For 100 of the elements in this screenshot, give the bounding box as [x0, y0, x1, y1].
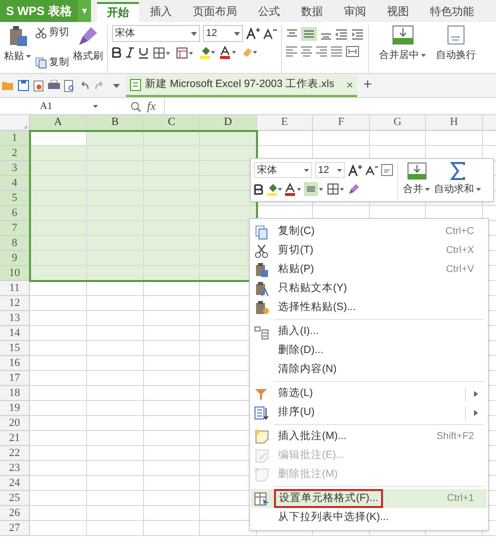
menu-item[interactable]: 清除内容(N) — [251, 360, 487, 379]
spreadsheet-cell[interactable] — [144, 341, 200, 356]
caret-icon[interactable] — [304, 168, 309, 172]
print-preview-icon[interactable] — [64, 80, 75, 92]
paintbrush-icon[interactable] — [348, 183, 360, 195]
spreadsheet-cell[interactable] — [144, 476, 200, 491]
row-header[interactable]: 27 — [0, 521, 30, 536]
row-header[interactable]: 4 — [0, 176, 30, 191]
caret-icon[interactable] — [93, 104, 98, 108]
spreadsheet-cell[interactable] — [200, 146, 257, 161]
spreadsheet-cell[interactable] — [30, 431, 87, 446]
spreadsheet-cell[interactable] — [30, 476, 87, 491]
spreadsheet-cell[interactable] — [200, 206, 257, 221]
spreadsheet-cell[interactable] — [30, 266, 87, 281]
spreadsheet-cell[interactable] — [144, 491, 200, 506]
row-header[interactable]: 12 — [0, 296, 30, 311]
clipboard-icon[interactable] — [8, 25, 28, 47]
spreadsheet-cell[interactable] — [144, 266, 200, 281]
ribbon-tab[interactable]: 页面布局 — [183, 2, 248, 22]
spreadsheet-cell[interactable] — [30, 446, 87, 461]
spreadsheet-cell[interactable] — [30, 131, 87, 146]
spreadsheet-cell[interactable] — [30, 176, 87, 191]
menu-item[interactable]: 复制(C) Ctrl+C — [251, 222, 487, 241]
spreadsheet-cell[interactable] — [30, 371, 87, 386]
column-header[interactable]: D — [200, 115, 257, 130]
row-header[interactable]: 9 — [0, 251, 30, 266]
spreadsheet-cell[interactable] — [30, 221, 87, 236]
eraser-icon[interactable] — [241, 46, 257, 59]
menu-item[interactable]: 剪切(T) Ctrl+X — [251, 241, 487, 260]
row-header[interactable]: 18 — [0, 386, 30, 401]
spreadsheet-cell[interactable] — [87, 266, 144, 281]
font-color-icon[interactable] — [285, 182, 301, 196]
close-tab-button[interactable]: × — [346, 76, 354, 94]
decrease-font-icon[interactable] — [263, 27, 277, 40]
spreadsheet-cell[interactable] — [87, 341, 144, 356]
row-header[interactable]: 3 — [0, 161, 30, 176]
increase-font-icon[interactable] — [246, 27, 260, 40]
row-header[interactable]: 11 — [0, 281, 30, 296]
spreadsheet-cell[interactable] — [30, 506, 87, 521]
copy-icon[interactable] — [35, 56, 47, 68]
spreadsheet-cell[interactable] — [30, 311, 87, 326]
fill-color-icon[interactable] — [266, 182, 282, 196]
row-header[interactable]: 17 — [0, 371, 30, 386]
ribbon-tab[interactable]: 特色功能 — [420, 2, 484, 22]
paintbrush-icon[interactable] — [77, 25, 99, 47]
align-middle-icon[interactable] — [301, 27, 317, 41]
align-middle-icon[interactable] — [304, 182, 324, 196]
spreadsheet-cell[interactable] — [30, 401, 87, 416]
menu-item[interactable]: 只粘贴文本(Y) — [251, 279, 487, 298]
spreadsheet-cell[interactable] — [30, 236, 87, 251]
spreadsheet-cell[interactable] — [30, 146, 87, 161]
spreadsheet-cell[interactable] — [87, 146, 144, 161]
autosum-button[interactable]: 自动求和 — [434, 182, 481, 197]
merge-cells-icon[interactable] — [406, 162, 426, 180]
cut-button[interactable]: 剪切 — [35, 25, 69, 40]
spreadsheet-cell[interactable] — [87, 326, 144, 341]
spreadsheet-cell[interactable] — [30, 191, 87, 206]
caret-icon[interactable] — [191, 32, 197, 36]
spreadsheet-cell[interactable] — [87, 446, 144, 461]
spreadsheet-cell[interactable] — [426, 131, 483, 146]
justify-icon[interactable] — [331, 46, 342, 57]
underline-icon[interactable] — [139, 46, 148, 58]
ribbon-tab[interactable]: 公式 — [248, 2, 290, 22]
spreadsheet-cell[interactable] — [87, 371, 144, 386]
scissors-icon[interactable] — [35, 26, 47, 38]
distribute-icon[interactable] — [346, 46, 359, 57]
wrap-text-icon[interactable] — [447, 25, 465, 45]
menu-item[interactable]: 选择性粘贴(S)... — [251, 298, 487, 317]
spreadsheet-cell[interactable] — [87, 416, 144, 431]
row-header[interactable]: 13 — [0, 311, 30, 326]
spreadsheet-cell[interactable] — [30, 521, 87, 536]
spreadsheet-cell[interactable] — [87, 311, 144, 326]
row-header[interactable]: 14 — [0, 326, 30, 341]
row-header[interactable]: 7 — [0, 221, 30, 236]
spreadsheet-cell[interactable] — [87, 296, 144, 311]
column-header[interactable]: B — [87, 115, 144, 130]
row-header[interactable]: 2 — [0, 146, 30, 161]
align-right-icon[interactable] — [316, 46, 327, 57]
font-name-dropdown[interactable]: 宋体 — [254, 162, 312, 178]
name-box[interactable]: A1 — [0, 98, 104, 114]
row-header[interactable]: 24 — [0, 476, 30, 491]
spreadsheet-cell[interactable] — [144, 521, 200, 536]
row-header[interactable]: 25 — [0, 491, 30, 506]
spreadsheet-cell[interactable] — [87, 356, 144, 371]
spreadsheet-cell[interactable] — [370, 131, 426, 146]
new-tab-button[interactable]: + — [363, 74, 372, 97]
spreadsheet-cell[interactable] — [30, 251, 87, 266]
spreadsheet-cell[interactable] — [144, 416, 200, 431]
row-header[interactable]: 6 — [0, 206, 30, 221]
print-icon[interactable] — [48, 80, 60, 91]
document-icon[interactable] — [33, 80, 44, 92]
spreadsheet-cell[interactable] — [87, 386, 144, 401]
align-center-icon[interactable] — [301, 46, 312, 57]
row-header[interactable]: 22 — [0, 446, 30, 461]
spreadsheet-cell[interactable] — [144, 446, 200, 461]
font-color-icon[interactable] — [220, 46, 236, 59]
increase-indent-icon[interactable] — [351, 28, 364, 40]
menu-item[interactable]: 设置单元格格式(F)... Ctrl+1 — [251, 489, 487, 508]
zoom-icon[interactable] — [130, 100, 141, 112]
caret-icon[interactable] — [234, 32, 240, 36]
